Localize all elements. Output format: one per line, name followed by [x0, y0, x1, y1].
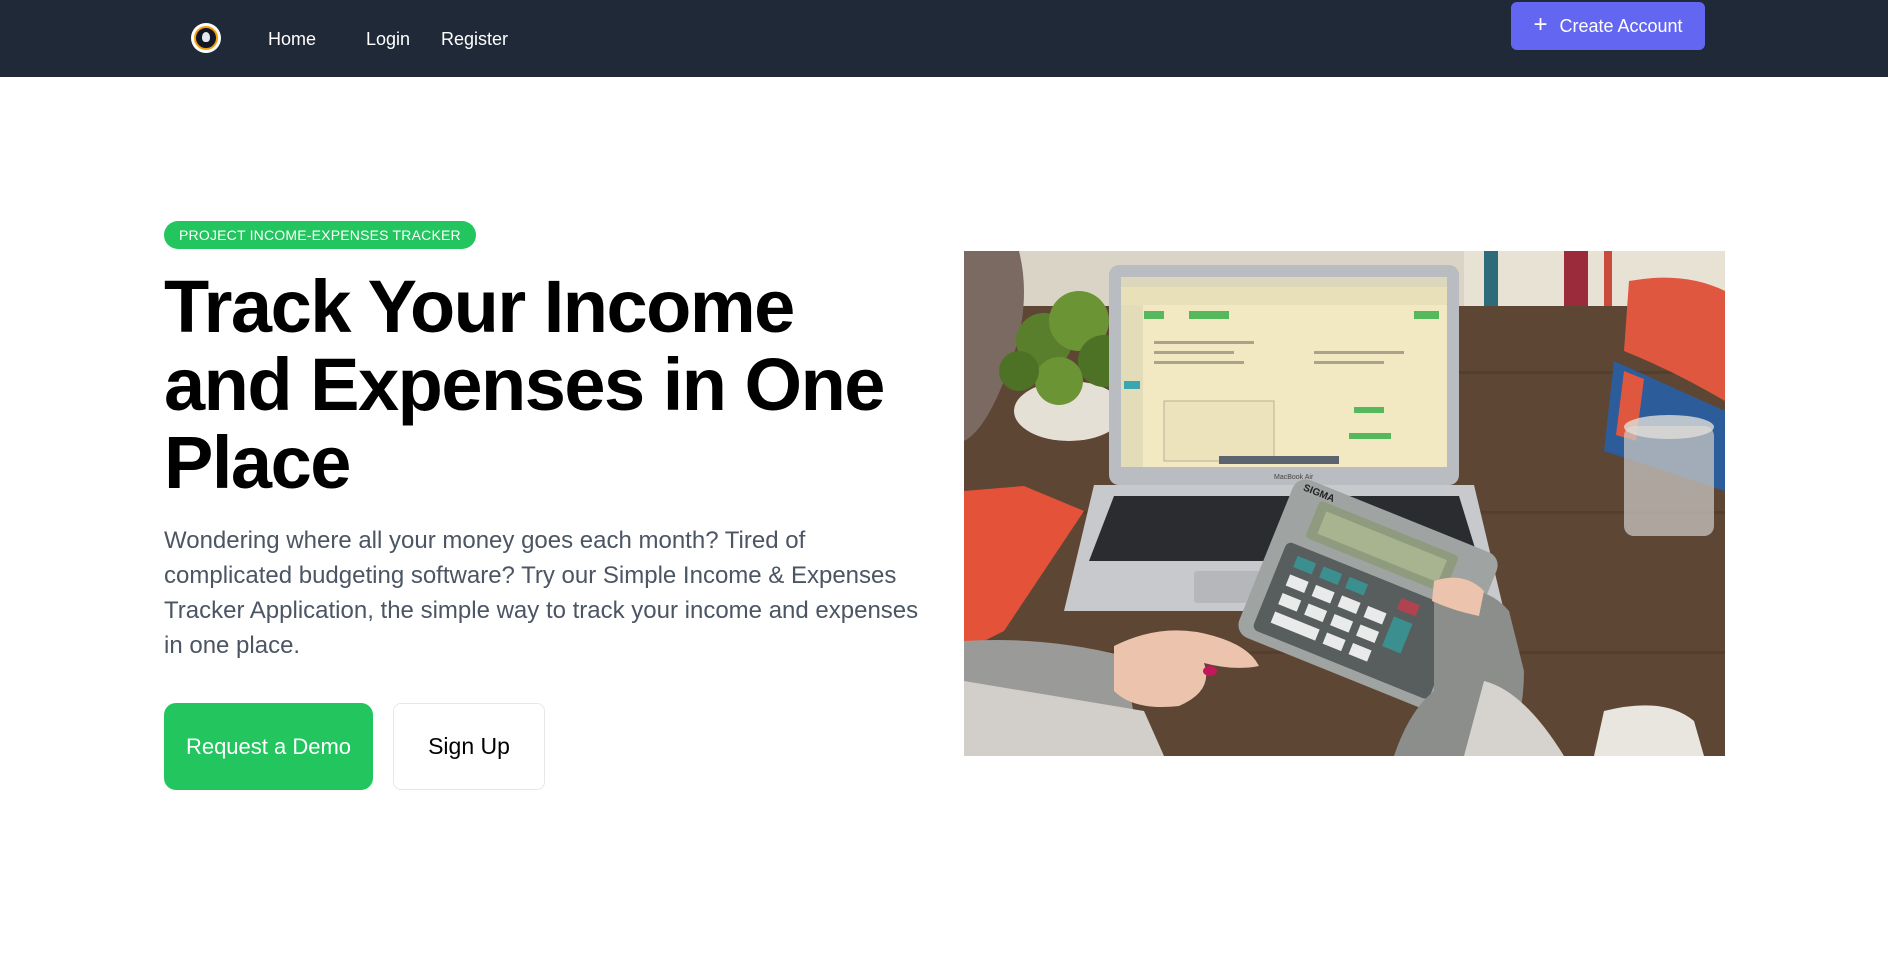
nav-home-link[interactable]: Home	[268, 27, 316, 51]
sign-up-button[interactable]: Sign Up	[393, 703, 545, 790]
request-demo-button[interactable]: Request a Demo	[164, 703, 373, 790]
create-account-label: Create Account	[1559, 15, 1683, 36]
hero-photo: MacBook Air SIGMA	[964, 251, 1725, 756]
project-badge: PROJECT INCOME-EXPENSES TRACKER	[164, 221, 476, 249]
top-navbar: Home Login Register + Create Account	[0, 0, 1888, 77]
hero-illustration: MacBook Air SIGMA	[964, 251, 1725, 756]
plus-icon: +	[1533, 11, 1548, 38]
nav-login-link[interactable]: Login	[366, 27, 410, 51]
create-account-button[interactable]: + Create Account	[1511, 2, 1705, 50]
hero-description: Wondering where all your money goes each…	[164, 527, 919, 659]
nav-register-link[interactable]: Register	[441, 27, 508, 51]
logo-icon[interactable]	[191, 23, 221, 53]
hero-title: Track Your Income and Expenses in One Pl…	[164, 265, 885, 504]
